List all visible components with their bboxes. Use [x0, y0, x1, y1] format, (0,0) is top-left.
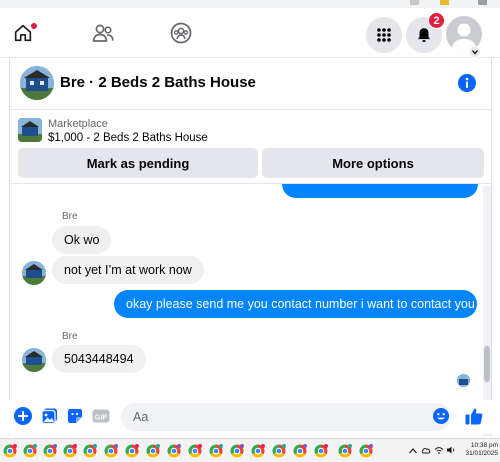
- taskbar-app-icon[interactable]: [166, 443, 182, 459]
- listing-thumbnail[interactable]: [18, 118, 42, 142]
- volume-icon[interactable]: [446, 445, 456, 455]
- message-sender: Bre: [62, 331, 78, 342]
- taskbar-app-icon[interactable]: [313, 443, 329, 459]
- taskbar-app-icon[interactable]: [22, 443, 38, 459]
- groups-button[interactable]: [164, 16, 198, 50]
- home-notification-dot: [30, 22, 38, 30]
- listing-price-title[interactable]: $1,000 - 2 Beds 2 Baths House: [48, 132, 208, 144]
- taskbar-app-icon[interactable]: [358, 443, 374, 459]
- chat-title[interactable]: Bre · 2 Beds 2 Baths House: [60, 74, 256, 91]
- info-icon: [465, 77, 469, 88]
- top-navigation: 2: [0, 8, 500, 58]
- listing-avatar[interactable]: [20, 66, 54, 100]
- sender-avatar[interactable]: [22, 261, 46, 285]
- house-photo-icon: [22, 261, 46, 285]
- more-options-button[interactable]: More options: [262, 148, 484, 178]
- message-bubble-incoming[interactable]: not yet I’m at work now: [52, 256, 204, 284]
- chevron-down-icon: [472, 50, 478, 55]
- message-scrollbar-thumb[interactable]: [484, 346, 490, 382]
- sticker-button[interactable]: [65, 406, 85, 426]
- house-photo-icon: [18, 118, 42, 142]
- taskbar-app-icon[interactable]: [82, 443, 98, 459]
- strip-icon: [440, 0, 449, 5]
- taskbar-app-icon[interactable]: [62, 443, 78, 459]
- chat-window: Bre · 2 Beds 2 Baths House Marketplace $…: [9, 58, 492, 436]
- message-scrollbar-track[interactable]: [483, 186, 491, 436]
- wifi-icon[interactable]: [434, 445, 444, 455]
- emoji-button[interactable]: [431, 406, 451, 426]
- message-sender: Bre: [62, 211, 78, 222]
- mark-as-pending-button[interactable]: Mark as pending: [18, 148, 258, 178]
- info-button[interactable]: [458, 74, 476, 92]
- thumbs-up-icon: [465, 408, 483, 425]
- taskbar-app-icon[interactable]: [337, 443, 353, 459]
- groups-icon: [170, 22, 192, 44]
- message-input[interactable]: [121, 403, 451, 431]
- account-chevron[interactable]: [469, 46, 481, 58]
- house-photo-icon: [22, 348, 46, 372]
- marketplace-listing-card: Marketplace $1,000 - 2 Beds 2 Baths Hous…: [10, 110, 491, 184]
- sender-avatar[interactable]: [22, 348, 46, 372]
- strip-icon: [478, 0, 487, 5]
- taskbar: 10:38 pm 31/01/2025: [0, 438, 500, 462]
- chat-header: Bre · 2 Beds 2 Baths House: [10, 58, 491, 110]
- house-photo-icon: [20, 66, 54, 100]
- menu-grid-icon: [377, 28, 391, 42]
- screen: 2 Bre · 2 Beds 2 Baths House Marketplace…: [0, 0, 500, 462]
- cloud-icon[interactable]: [421, 445, 431, 455]
- photo-icon: [41, 408, 57, 425]
- like-button[interactable]: [464, 406, 484, 426]
- message-composer: GIF: [9, 400, 492, 434]
- taskbar-app-icon[interactable]: [103, 443, 119, 459]
- taskbar-app-icon[interactable]: [187, 443, 203, 459]
- strip-icon: [410, 0, 419, 5]
- add-button[interactable]: [13, 406, 33, 426]
- notifications-badge: 2: [428, 12, 445, 29]
- taskbar-app-icon[interactable]: [124, 443, 140, 459]
- taskbar-app-icon[interactable]: [208, 443, 224, 459]
- clock-time: 10:38 pm: [470, 442, 498, 449]
- taskbar-app-icon[interactable]: [271, 443, 287, 459]
- marketplace-label: Marketplace: [48, 118, 108, 130]
- clock-date: 31/01/2025: [465, 450, 498, 457]
- house-photo-icon: [457, 374, 470, 387]
- seen-indicator-avatar: [457, 374, 470, 387]
- taskbar-app-icon[interactable]: [42, 443, 58, 459]
- gif-label: GIF: [95, 412, 108, 421]
- taskbar-clock[interactable]: 10:38 pm 31/01/2025: [458, 442, 498, 458]
- gif-button[interactable]: GIF: [91, 406, 111, 426]
- taskbar-app-icon[interactable]: [2, 443, 18, 459]
- photo-button[interactable]: [40, 406, 60, 426]
- taskbar-app-icon[interactable]: [229, 443, 245, 459]
- chevron-up-icon[interactable]: [408, 446, 418, 456]
- message-bubble-incoming[interactable]: Ok wo: [52, 226, 112, 254]
- gif-icon: GIF: [92, 409, 110, 423]
- message-bubble-incoming[interactable]: 5043448494: [52, 345, 146, 373]
- sticker-icon: [68, 409, 82, 423]
- browser-top-strip: [0, 0, 500, 8]
- add-icon: [14, 407, 32, 425]
- message-bubble-outgoing-partial: [282, 184, 478, 198]
- taskbar-app-icon[interactable]: [292, 443, 308, 459]
- home-button[interactable]: [6, 16, 40, 50]
- message-bubble-outgoing[interactable]: okay please send me you contact number i…: [114, 290, 477, 318]
- taskbar-app-icon[interactable]: [145, 443, 161, 459]
- taskbar-app-icon[interactable]: [250, 443, 266, 459]
- bell-icon: [418, 28, 430, 43]
- menu-button[interactable]: [366, 17, 402, 53]
- friends-button[interactable]: [86, 16, 120, 50]
- emoji-icon: [433, 408, 449, 424]
- friends-icon: [92, 24, 114, 42]
